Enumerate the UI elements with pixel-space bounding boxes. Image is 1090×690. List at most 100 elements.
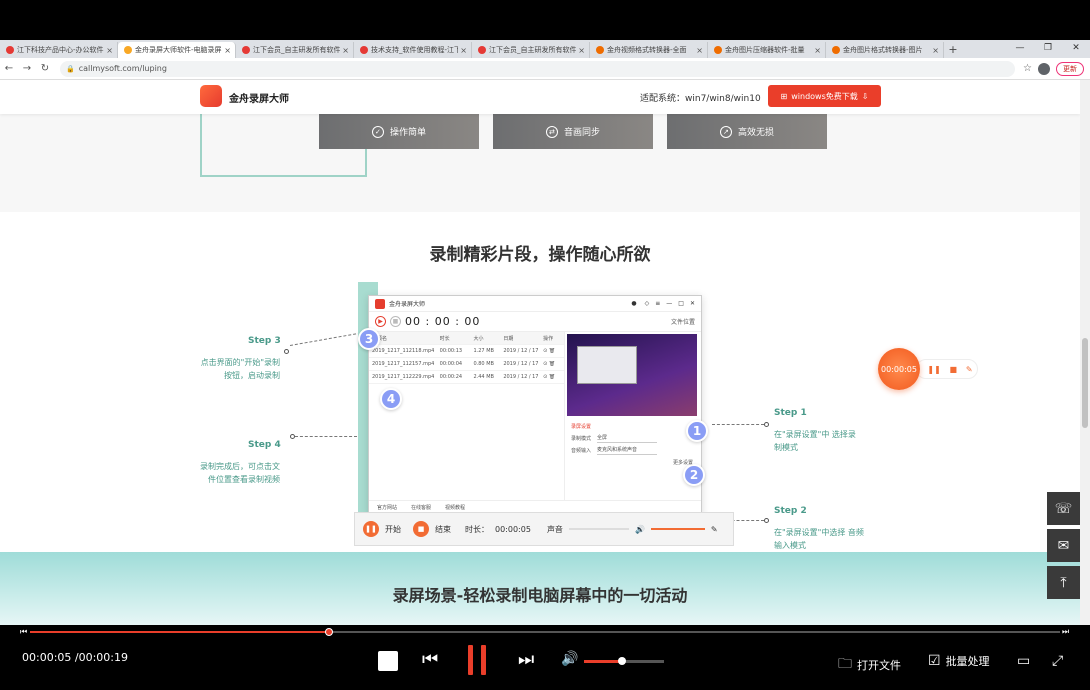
restore-icon[interactable]: ❐ bbox=[1034, 40, 1062, 58]
audio-row: 音频输入 麦克风和系统声音 bbox=[567, 444, 699, 456]
back-icon[interactable]: ← bbox=[0, 63, 18, 74]
reload-icon[interactable]: ↻ bbox=[36, 63, 54, 74]
forward-icon[interactable]: → bbox=[18, 63, 36, 74]
back-to-top-icon[interactable]: ⤒ bbox=[1047, 566, 1080, 599]
sync-icon: ⇄ bbox=[545, 125, 558, 138]
url-bar[interactable]: 🔒 callmysoft.com/luping bbox=[60, 60, 1016, 77]
browser-tab[interactable]: 技术支持_软件使用教程-江下 × bbox=[354, 42, 472, 58]
floating-recorder: ❚❚ ■ ✎ 00:00:05 bbox=[878, 348, 978, 390]
scenario-title: 录屏场景-轻松录制电脑屏幕中的一切活动 bbox=[392, 586, 688, 605]
tab-close-icon[interactable]: × bbox=[578, 46, 585, 55]
seek-progress bbox=[30, 631, 329, 633]
table-header-cell: 时长 bbox=[439, 335, 450, 342]
audio-select: 麦克风和系统声音 bbox=[597, 446, 658, 455]
file-table-header: 视频名时长大小日期操作 bbox=[369, 332, 564, 345]
close-window-icon[interactable]: ✕ bbox=[1062, 40, 1090, 58]
volume-handle[interactable] bbox=[617, 657, 626, 665]
download-button[interactable]: ⊞ windows免费下载 ⇩ bbox=[768, 85, 881, 107]
profile-avatar[interactable] bbox=[1038, 62, 1050, 75]
windows-icon: ⊞ bbox=[780, 91, 788, 101]
close-icon: ✕ bbox=[689, 300, 695, 307]
table-cell: 00:00:13 bbox=[439, 348, 463, 354]
tab-close-icon[interactable]: × bbox=[106, 46, 113, 55]
app-toolbar: ▶ ■ 00 : 00 : 00 文件位置 bbox=[369, 312, 701, 332]
tab-close-icon[interactable]: × bbox=[224, 46, 231, 55]
fullscreen-icon[interactable]: ⤢ bbox=[1052, 653, 1063, 669]
tab-close-icon[interactable]: × bbox=[696, 46, 703, 55]
record-icon: ▶ bbox=[375, 316, 386, 327]
pause-icon[interactable]: ❚❚ bbox=[927, 365, 940, 374]
seek-handle[interactable] bbox=[324, 628, 333, 636]
more-settings: 更多设置 bbox=[672, 459, 693, 466]
min-icon: — bbox=[666, 300, 673, 307]
browser-tab[interactable]: 金舟视频格式转换器-全面 × bbox=[590, 42, 708, 58]
batch-process-button[interactable]: ☑ 批量处理 bbox=[928, 653, 990, 669]
app-timer: 00 : 00 : 00 bbox=[405, 315, 481, 328]
browser-tab[interactable]: 金舟录屏大师软件-电脑录屏 × bbox=[118, 42, 236, 58]
seek-bar[interactable] bbox=[30, 628, 1060, 636]
site-header: 金舟录屏大师 适配系统：win7/win8/win10 ⊞ windows免费下… bbox=[0, 80, 1080, 114]
step1-desc: 在"录屏设置"中 选择录制模式 bbox=[774, 430, 856, 452]
stop-icon[interactable]: ■ bbox=[950, 365, 958, 374]
stop-button[interactable] bbox=[378, 651, 398, 671]
pen-icon: ✎ bbox=[710, 524, 718, 534]
table-cell: 1.27 MB bbox=[473, 348, 494, 354]
tab-close-icon[interactable]: × bbox=[460, 46, 467, 55]
cloud-download-icon: ⇩ bbox=[861, 91, 869, 101]
feature-card-simple: ✓ 操作简单 bbox=[319, 114, 479, 149]
bookmark-star-icon[interactable]: ☆ bbox=[1023, 63, 1032, 74]
seek-start-icon[interactable]: ⏮ bbox=[20, 627, 27, 637]
video-player-bar: ⏮ ⏭ 00:00:05 /00:00:19 ⏮ ⏭ 🔊 🗀 打开文件 ☑ 批量… bbox=[0, 625, 1090, 690]
window-controls: — ❐ ✕ bbox=[1006, 40, 1090, 58]
step3-desc: 点击界面的"开始"录制按钮，启动录制 bbox=[200, 358, 280, 380]
step4-title: Step 4 bbox=[248, 440, 281, 450]
mic-slider bbox=[568, 528, 629, 530]
site-logo-text[interactable]: 金舟录屏大师 bbox=[229, 90, 289, 105]
app-logo-icon[interactable] bbox=[200, 85, 222, 107]
tab-list: 江下科技产品中心-办公软件 × 金舟录屏大师软件-电脑录屏 × 江下会员_自主研发所有软… bbox=[0, 42, 944, 58]
volume-slider[interactable] bbox=[584, 657, 664, 665]
favicon-icon bbox=[242, 46, 250, 54]
step4-desc: 录制完成后，可点击文件位置查看录制视频 bbox=[200, 462, 280, 484]
previous-icon[interactable]: ⏮ bbox=[422, 649, 438, 670]
step1-line bbox=[712, 424, 764, 425]
customer-service-icon[interactable]: ☏ bbox=[1047, 492, 1080, 525]
pen-icon[interactable]: ✎ bbox=[966, 365, 973, 374]
speaker-icon: 🔊 bbox=[634, 524, 645, 534]
row-action-icons: ⊙ 🗑 bbox=[543, 361, 556, 367]
mini-mode-icon[interactable]: ▭ bbox=[1017, 653, 1030, 669]
bottom-link: 视频教程 bbox=[445, 505, 466, 511]
browser-tab[interactable]: 金舟图片格式转换器-图片 × bbox=[826, 42, 944, 58]
step3-title: Step 3 bbox=[248, 336, 281, 346]
update-button[interactable]: 更新 bbox=[1056, 61, 1084, 76]
browser-tab[interactable]: 江下科技产品中心-办公软件 × bbox=[0, 42, 118, 58]
step2-desc: 在"录屏设置"中选择 音频输入模式 bbox=[774, 528, 864, 550]
feature-label: 高效无损 bbox=[737, 128, 774, 138]
open-file-button[interactable]: 🗀 打开文件 bbox=[838, 653, 901, 677]
mail-icon[interactable]: ✉ bbox=[1047, 529, 1080, 562]
volume-icon[interactable]: 🔊 bbox=[561, 651, 578, 667]
pause-button[interactable] bbox=[468, 645, 486, 675]
seek-end-icon[interactable]: ⏭ bbox=[1062, 627, 1069, 637]
step-badge-1: 1 bbox=[686, 420, 708, 442]
tab-close-icon[interactable]: × bbox=[932, 46, 939, 55]
section-title: 录制精彩片段，操作随心所欲 bbox=[429, 245, 651, 265]
browser-tab[interactable]: 江下会员_自主研发所有软件 × bbox=[472, 42, 590, 58]
batch-label: 批量处理 bbox=[945, 655, 990, 668]
new-tab-button[interactable]: + bbox=[944, 42, 962, 58]
next-icon[interactable]: ⏭ bbox=[518, 649, 534, 670]
tab-close-icon[interactable]: × bbox=[342, 46, 349, 55]
browser-tab[interactable]: 金舟图片压缩器软件-批量 × bbox=[708, 42, 826, 58]
browser-tab[interactable]: 江下会员_自主研发所有软件 × bbox=[236, 42, 354, 58]
page-scrollbar[interactable] bbox=[1080, 80, 1090, 625]
row-action-icons: ⊙ 🗑 bbox=[543, 348, 556, 354]
minimize-icon[interactable]: — bbox=[1006, 40, 1034, 58]
volume-level bbox=[584, 660, 622, 663]
tab-close-icon[interactable]: × bbox=[814, 46, 821, 55]
step2-title: Step 2 bbox=[774, 506, 807, 516]
favicon-icon bbox=[596, 46, 604, 54]
scrollbar-thumb[interactable] bbox=[1082, 338, 1088, 428]
floating-timer: 00:00:05 bbox=[878, 348, 920, 390]
start-label: 开始 bbox=[385, 524, 401, 534]
preview-window bbox=[577, 346, 637, 384]
